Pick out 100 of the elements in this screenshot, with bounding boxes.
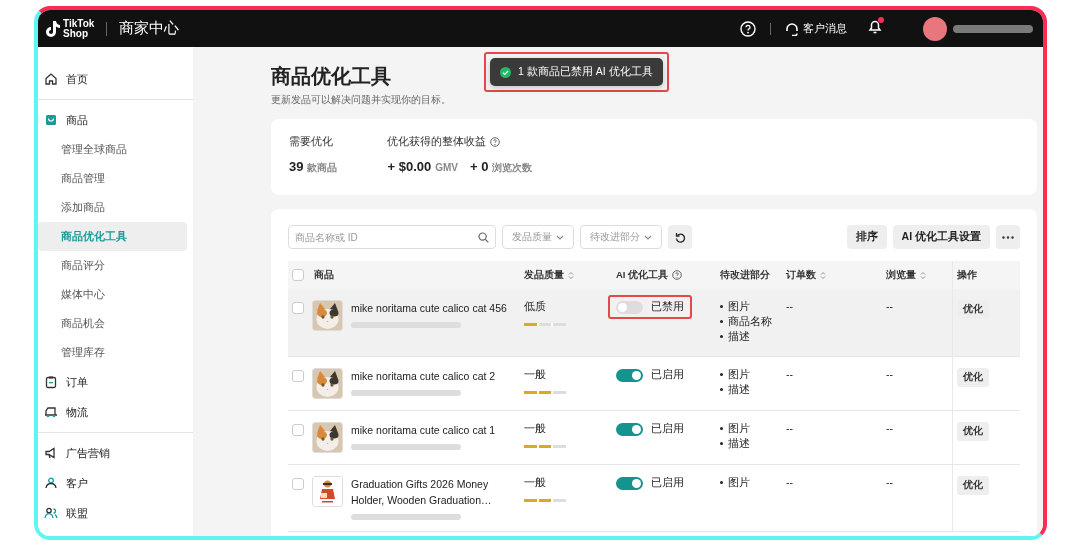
sort-button[interactable]: 排序 bbox=[846, 225, 887, 249]
headset-icon bbox=[785, 21, 799, 36]
sidebar-subitem[interactable]: 媒体中心 bbox=[38, 280, 187, 309]
sidebar-item[interactable]: 订单 bbox=[38, 367, 193, 397]
toggle-switch[interactable] bbox=[616, 422, 643, 436]
optimize-button[interactable]: 优化 bbox=[956, 368, 989, 387]
table-cell: -- bbox=[886, 368, 893, 380]
issue-item: 描述 bbox=[728, 436, 750, 451]
bullet-icon bbox=[720, 335, 723, 338]
ai-settings-button[interactable]: AI 优化工具设置 bbox=[892, 225, 990, 249]
app-title: 商家中心 bbox=[119, 19, 180, 38]
sidebar-subitem[interactable]: 商品机会 bbox=[38, 309, 187, 338]
select-all-checkbox[interactable] bbox=[292, 269, 304, 281]
sidebar-subitem[interactable]: 管理库存 bbox=[38, 338, 187, 367]
customer-messages-button[interactable]: 客户消息 bbox=[785, 21, 847, 36]
chevron-down-icon bbox=[644, 234, 652, 240]
bullet-icon bbox=[720, 305, 723, 308]
issue-item: 图片 bbox=[728, 475, 750, 490]
toggle-label: 已启用 bbox=[651, 422, 684, 436]
table-cell: -- bbox=[786, 422, 793, 434]
more-button[interactable] bbox=[996, 225, 1020, 249]
optimize-button[interactable]: 优化 bbox=[956, 422, 989, 441]
quality-label: 一般 bbox=[524, 368, 547, 382]
product-name[interactable]: mike noritama cute calico cat 2 bbox=[351, 368, 511, 384]
home-icon bbox=[44, 72, 58, 86]
bullet-icon bbox=[720, 442, 723, 445]
product-name[interactable]: mike noritama cute calico cat 456 bbox=[351, 300, 511, 316]
table-cell: -- bbox=[786, 368, 793, 380]
bullet-icon bbox=[720, 388, 723, 391]
notification-bell-icon[interactable] bbox=[867, 18, 883, 35]
sidebar-subitem[interactable]: 添加商品 bbox=[38, 193, 187, 222]
chevron-down-icon bbox=[556, 234, 564, 240]
column-header: 操作 bbox=[956, 268, 977, 282]
quality-label: 低质 bbox=[524, 300, 547, 314]
stat-value: 39 款商品 bbox=[289, 159, 338, 175]
row-checkbox[interactable] bbox=[292, 370, 304, 382]
sidebar-item[interactable]: 广告营销 bbox=[38, 438, 193, 468]
toggle-switch[interactable] bbox=[616, 368, 643, 382]
toggle-label: 已启用 bbox=[651, 368, 684, 382]
summary-label: 优化获得的整体收益 bbox=[387, 135, 487, 149]
search-icon[interactable] bbox=[478, 232, 489, 243]
quality-label: 一般 bbox=[524, 476, 547, 490]
stat-value: + 0 浏览次数 bbox=[470, 159, 533, 175]
table-cell: -- bbox=[786, 300, 793, 312]
more-icon bbox=[1002, 235, 1014, 239]
column-header: 发品质量 bbox=[524, 268, 564, 282]
table-cell: -- bbox=[886, 422, 893, 434]
tiktok-logo-icon bbox=[44, 19, 60, 38]
sidebar-item[interactable]: 商品 bbox=[38, 105, 193, 135]
logo-text: TikTok bbox=[63, 18, 95, 29]
sidebar-item[interactable]: 联盟 bbox=[38, 498, 193, 528]
column-header: 订单数 bbox=[786, 268, 816, 282]
page-title: 商品优化工具 bbox=[271, 64, 391, 89]
issue-item: 图片 bbox=[728, 299, 750, 314]
person-icon bbox=[44, 476, 58, 490]
column-header: AI 优化工具 bbox=[616, 268, 669, 282]
bullet-icon bbox=[720, 427, 723, 430]
optimize-button[interactable]: 优化 bbox=[956, 476, 989, 495]
product-name[interactable]: Graduation Gifts 2026 Money Holder, Wooden Graduation… bbox=[351, 476, 511, 508]
reset-button[interactable] bbox=[668, 225, 692, 249]
toggle-switch[interactable] bbox=[616, 476, 643, 490]
bullet-icon bbox=[720, 481, 723, 484]
issue-item: 商品名称 bbox=[728, 314, 772, 329]
toggle-label: 已禁用 bbox=[651, 300, 684, 314]
row-checkbox[interactable] bbox=[292, 478, 304, 490]
clipboard-icon bbox=[44, 375, 58, 389]
row-checkbox[interactable] bbox=[292, 302, 304, 314]
column-header: 商品 bbox=[314, 268, 334, 282]
summary-label: 需要优化 bbox=[289, 135, 334, 149]
table-cell: -- bbox=[886, 300, 893, 312]
stat-value: + $0.00 GMV bbox=[387, 159, 458, 174]
avatar[interactable] bbox=[923, 16, 947, 41]
issue-item: 图片 bbox=[728, 421, 750, 436]
sidebar-subitem[interactable]: 商品管理 bbox=[38, 164, 187, 193]
table-cell: -- bbox=[786, 476, 793, 488]
bullet-icon bbox=[720, 373, 723, 376]
sidebar-subitem[interactable]: 管理全球商品 bbox=[38, 135, 187, 164]
logo-text: Shop bbox=[63, 28, 89, 39]
table-cell: -- bbox=[886, 476, 893, 488]
column-header: 待改进部分 bbox=[720, 268, 770, 282]
sidebar-item[interactable]: 客户 bbox=[38, 468, 193, 498]
column-header: 浏览量 bbox=[886, 268, 916, 282]
bullet-icon bbox=[720, 320, 723, 323]
search-field[interactable]: 商品名称或 ID bbox=[288, 225, 496, 249]
toggle-switch[interactable] bbox=[616, 300, 643, 314]
sidebar-item[interactable]: 首页 bbox=[38, 64, 193, 94]
row-checkbox[interactable] bbox=[292, 424, 304, 436]
product-name[interactable]: mike noritama cute calico cat 1 bbox=[351, 422, 511, 438]
issue-item: 图片 bbox=[728, 367, 750, 382]
truck-icon bbox=[44, 405, 58, 419]
toggle-label: 已启用 bbox=[651, 476, 684, 490]
sidebar-subitem[interactable]: 商品评分 bbox=[38, 251, 187, 280]
issue-item: 描述 bbox=[728, 382, 750, 397]
quality-label: 一般 bbox=[524, 422, 547, 436]
sidebar-item[interactable]: 物流 bbox=[38, 397, 193, 427]
success-check-icon bbox=[500, 66, 511, 78]
shopping-bag-icon bbox=[44, 113, 58, 127]
people-icon bbox=[44, 506, 58, 520]
megaphone-icon bbox=[44, 446, 58, 460]
page-subtitle: 更新发品可以解决问题并实现你的目标。 bbox=[271, 93, 452, 107]
